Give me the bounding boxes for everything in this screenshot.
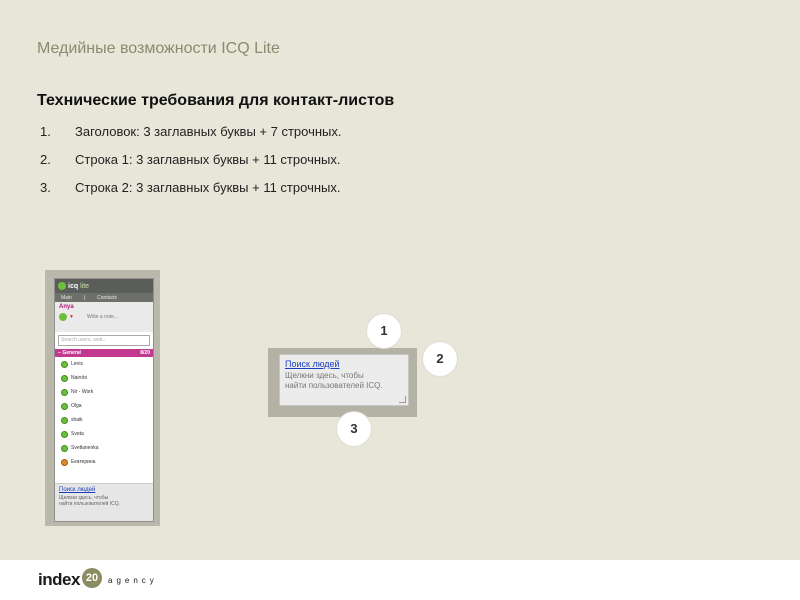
requirement-text: Заголовок: 3 заглавных буквы + 7 строчны… (75, 124, 342, 139)
menu-item-main[interactable]: Main (61, 295, 72, 301)
away-status-icon (61, 458, 68, 466)
online-status-icon (61, 444, 68, 452)
group-count: 8/20 (140, 350, 150, 356)
status-row: ▼ Write a note... (59, 313, 149, 321)
footer: index 20 agency (0, 560, 800, 600)
online-status-icon (61, 430, 68, 438)
online-status-icon (61, 402, 68, 410)
callout-2: 2 (423, 342, 457, 376)
slide-subtitle: Технические требования для контакт-листо… (37, 92, 395, 109)
contact-name: Svetlanenka (71, 445, 99, 451)
requirement-text: Строка 1: 3 заглавных буквы + 11 строчны… (75, 152, 341, 167)
banner-link[interactable]: Поиск людей (285, 359, 403, 369)
contact-item[interactable]: Nir - Work (61, 385, 153, 399)
contact-name: Nairobi (71, 375, 87, 381)
search-input[interactable]: Search users, web... (58, 335, 150, 346)
logo-badge: 20 (82, 568, 102, 588)
user-panel: Anya ▼ Write a note... (55, 302, 153, 332)
logo-word: index (38, 570, 80, 589)
note-field[interactable]: Write a note... (87, 314, 118, 320)
online-status-icon (61, 388, 68, 396)
contact-item[interactable]: Lenis (61, 357, 153, 371)
online-status-icon (61, 360, 68, 368)
contact-item[interactable]: shaik (61, 413, 153, 427)
promo-banner-small[interactable]: Поиск людей Щелкни здесь, чтобы найти по… (55, 483, 153, 521)
status-icon[interactable] (59, 313, 67, 321)
contact-name: Nir - Work (71, 389, 94, 395)
contact-list-menu: Main | Contacts (55, 293, 153, 302)
requirement-number: 1. (40, 124, 51, 139)
brand-name: icq (68, 282, 79, 290)
menu-separator: | (83, 294, 86, 301)
contact-item[interactable]: Sveta (61, 427, 153, 441)
brand-suffix: lite (80, 282, 90, 290)
contact-name: Lenis (71, 361, 83, 367)
callout-3: 3 (337, 412, 371, 446)
contact-item[interactable]: Svetlanenka (61, 441, 153, 455)
online-status-icon (61, 374, 68, 382)
online-status-icon (61, 416, 68, 424)
requirement-text: Строка 2: 3 заглавных буквы + 11 строчны… (75, 180, 341, 195)
promo-text: Щелкни здесь, чтобы найти пользователей … (59, 495, 149, 507)
group-name: − General (58, 350, 81, 356)
banner-line-1: Щелкни здесь, чтобы (285, 371, 364, 380)
contact-list-header: icq lite (55, 279, 153, 293)
resize-corner-icon (399, 396, 406, 403)
contact-name: Екатерина (71, 459, 96, 465)
requirement-number: 3. (40, 180, 51, 195)
contact-list-window: icq lite Main | Contacts Anya ▼ Write a … (54, 278, 154, 522)
icq-flower-icon (58, 282, 66, 290)
user-name: Anya (59, 304, 74, 310)
slide-title: Медийные возможности ICQ Lite (37, 40, 280, 57)
group-header[interactable]: − General 8/20 (55, 349, 153, 357)
slide: Медийные возможности ICQ Lite Технически… (0, 0, 800, 560)
logo-suffix: agency (108, 576, 158, 585)
promo-link[interactable]: Поиск людей (59, 487, 149, 493)
banner-text: Щелкни здесь, чтобы найти пользователей … (285, 371, 403, 391)
contact-item[interactable]: Екатерина (61, 455, 153, 469)
contact-name: shaik (71, 417, 83, 423)
promo-line-2: найти пользователей ICQ. (59, 501, 121, 507)
contact-item[interactable]: Olga (61, 399, 153, 413)
contact-name: Sveta (71, 431, 84, 437)
banner-line-2: найти пользователей ICQ. (285, 381, 383, 390)
chevron-down-icon[interactable]: ▼ (69, 314, 74, 320)
contact-name: Olga (71, 403, 82, 409)
contact-item[interactable]: Nairobi (61, 371, 153, 385)
requirement-number: 2. (40, 152, 51, 167)
menu-item-contacts[interactable]: Contacts (97, 295, 117, 301)
contact-list: Lenis Nairobi Nir - Work Olga shaik Svet… (55, 357, 153, 469)
promo-banner-zoomed[interactable]: Поиск людей Щелкни здесь, чтобы найти по… (279, 354, 409, 406)
callout-1: 1 (367, 314, 401, 348)
